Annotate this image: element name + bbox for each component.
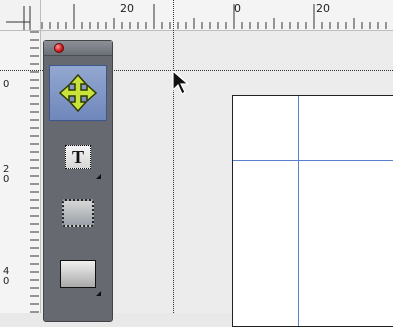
left-ruler-label-20: 2 0	[3, 164, 10, 185]
vertical-guide[interactable]	[298, 96, 299, 326]
document-page[interactable]	[232, 95, 393, 327]
mouse-pointer-icon	[172, 70, 190, 95]
text-tool-button[interactable]: T	[49, 129, 107, 185]
rectangle-icon	[60, 260, 96, 288]
flyout-indicator-icon	[96, 291, 101, 296]
frame-icon	[62, 199, 94, 227]
ruler-origin-icon	[6, 6, 31, 30]
horizontal-ruler[interactable]: 20 0 20	[0, 0, 393, 31]
tools-palette-titlebar[interactable]	[44, 41, 112, 56]
left-ruler-label-40: 4 0	[3, 266, 10, 287]
frame-tool-button[interactable]	[49, 185, 107, 241]
horizontal-guide[interactable]	[233, 160, 393, 161]
vertical-ruler[interactable]: 0 2 0 4 0	[0, 30, 41, 313]
move-tool-button[interactable]	[49, 65, 107, 121]
text-icon: T	[65, 145, 91, 169]
four-arrow-move-icon	[58, 73, 98, 113]
rectangle-tool-button[interactable]	[49, 246, 107, 302]
top-ruler-label-0: 0	[234, 2, 241, 15]
close-icon[interactable]	[54, 43, 64, 53]
dotted-vertical-crosshair	[173, 0, 174, 313]
left-ruler-label-0: 0	[3, 79, 10, 90]
flyout-indicator-icon	[96, 174, 101, 179]
top-ruler-label-20-right: 20	[316, 2, 330, 15]
horizontal-ruler-ticks	[41, 4, 387, 29]
tools-palette[interactable]: T	[43, 40, 113, 322]
ruler-origin-corner[interactable]	[0, 0, 41, 31]
top-ruler-label-20-left: 20	[120, 2, 134, 15]
